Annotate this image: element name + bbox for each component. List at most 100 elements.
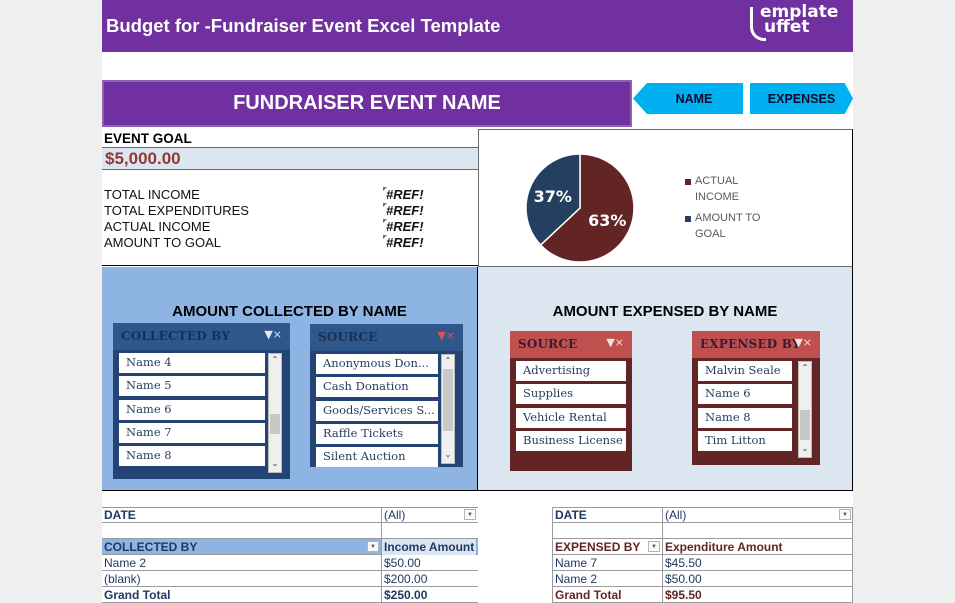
row-header-label: EXPENSED BY — [555, 540, 641, 554]
spreadsheet-dashboard: Budget for -Fundraiser Event Excel Templ… — [102, 0, 853, 603]
grand-total-row: Grand Total $95.50 — [553, 587, 852, 603]
event-name: FUNDRAISER EVENT NAME — [233, 92, 501, 114]
legend-item-amount-to-goal: AMOUNT TO GOAL — [685, 211, 775, 242]
date-filter-dropdown[interactable]: (All) ▼ — [381, 507, 478, 523]
summary-row-actual-income: ACTUAL INCOME #REF! — [104, 219, 478, 235]
filter-value: (All) — [665, 508, 687, 522]
clear-filter-icon[interactable]: ▼× — [264, 328, 282, 341]
date-filter-dropdown[interactable]: (All) ▼ — [662, 507, 853, 523]
scroll-up-icon[interactable]: ⌃ — [269, 355, 281, 367]
summary-value[interactable]: #REF! — [386, 235, 424, 250]
slicer-items: Name 4 Name 5 Name 6 Name 7 Name 8 — [113, 350, 271, 472]
slicer-item[interactable]: Vehicle Rental — [516, 407, 626, 428]
slicer-item[interactable]: Raffle Tickets — [316, 423, 438, 444]
grand-total-value: $95.50 — [662, 587, 704, 603]
summary-label: TOTAL INCOME — [104, 187, 200, 202]
table-row: Name 7 $45.50 — [553, 555, 852, 571]
blank-cell — [662, 523, 667, 539]
summary-value[interactable]: #REF! — [386, 219, 424, 234]
row-header-label: COLLECTED BY — [104, 540, 198, 554]
slicer-item[interactable]: Name 7 — [119, 422, 265, 443]
slicer-item[interactable]: Name 8 — [119, 446, 265, 467]
slicer-scrollbar[interactable]: ⌃ ⌄ — [798, 361, 812, 458]
slicer-item[interactable]: Supplies — [516, 384, 626, 405]
summary-value[interactable]: #REF! — [386, 203, 424, 218]
value-header: Expenditure Amount — [662, 539, 785, 555]
pie-chart-canvas: 63% 37% — [525, 153, 635, 263]
slicer-item[interactable]: Name 6 — [698, 384, 792, 405]
slicer-item[interactable]: Name 6 — [119, 399, 265, 420]
scroll-thumb[interactable] — [270, 414, 280, 434]
scroll-up-icon[interactable]: ⌃ — [442, 356, 454, 368]
slicer-item[interactable]: Silent Auction — [316, 447, 438, 468]
pie-data-label: 63% — [588, 211, 626, 230]
summary-value[interactable]: #REF! — [386, 187, 424, 202]
slicer-title: SOURCE — [318, 330, 378, 344]
slicer-item[interactable]: Cash Donation — [316, 377, 438, 398]
expensed-section-title: AMOUNT EXPENSED BY NAME — [552, 303, 778, 320]
slicer-item[interactable]: Name 4 — [119, 353, 265, 373]
collected-source-slicer[interactable]: SOURCE ▼× Anonymous Don... Cash Donation… — [310, 324, 463, 468]
row-header-expensed-by[interactable]: EXPENSED BY ▼ — [553, 539, 662, 555]
slicer-item[interactable]: Name 8 — [698, 407, 792, 428]
slicer-item[interactable]: Malvin Seale — [698, 361, 792, 381]
filter-value: (All) — [384, 508, 406, 522]
scroll-down-icon[interactable]: ⌄ — [799, 444, 811, 456]
summary-row-total-income: TOTAL INCOME #REF! — [104, 187, 478, 203]
chart-legend: ACTUAL INCOME AMOUNT TO GOAL — [685, 174, 775, 248]
scroll-thumb[interactable] — [443, 369, 453, 431]
row-name: Name 2 — [104, 556, 147, 570]
row-amount: $50.00 — [381, 555, 423, 571]
event-name-banner[interactable]: FUNDRAISER EVENT NAME — [102, 80, 632, 127]
slicer-items: Anonymous Don... Cash Donation Goods/Ser… — [310, 351, 444, 473]
row-amount: $200.00 — [381, 571, 429, 587]
slicer-item[interactable]: Name 5 — [119, 376, 265, 397]
slicer-item[interactable]: Goods/Services S... — [316, 400, 438, 421]
clear-filter-icon[interactable]: ▼× — [794, 336, 812, 349]
ladle-icon — [750, 7, 766, 41]
expenses-nav-button[interactable]: EXPENSES — [750, 83, 853, 114]
slicer-item[interactable]: Tim Litton — [698, 430, 792, 451]
pivot-filter-row: DATE (All) ▼ — [102, 507, 478, 523]
value-header: Income Amount — [381, 539, 477, 555]
amount-expensed-panel: AMOUNT EXPENSED BY NAME SOURCE ▼× Advert… — [478, 267, 853, 491]
clear-filter-icon[interactable]: ▼× — [606, 336, 624, 349]
grand-total-value: $250.00 — [381, 587, 429, 603]
slicer-items: Malvin Seale Name 6 Name 8 Tim Litton — [692, 358, 798, 457]
slicer-header: SOURCE ▼× — [310, 324, 463, 351]
template-buffet-logo: emplate uffet — [750, 4, 838, 41]
dropdown-arrow-icon[interactable]: ▼ — [839, 509, 851, 520]
slicer-scrollbar[interactable]: ⌃ ⌄ — [441, 354, 455, 464]
event-goal-cell[interactable]: $5,000.00 — [102, 148, 478, 170]
dropdown-arrow-icon[interactable]: ▼ — [648, 541, 660, 552]
summary-row-amount-to-goal: AMOUNT TO GOAL #REF! — [104, 235, 478, 251]
event-goal-value: $5,000.00 — [105, 149, 181, 168]
expense-source-slicer[interactable]: SOURCE ▼× Advertising Supplies Vehicle R… — [510, 331, 632, 471]
legend-label: AMOUNT TO GOAL — [695, 212, 761, 240]
table-row: Name 2 $50.00 — [553, 571, 852, 587]
pivot-header-row: EXPENSED BY ▼ Expenditure Amount — [553, 539, 852, 555]
slicer-item[interactable]: Anonymous Don... — [316, 354, 438, 374]
expensed-by-slicer[interactable]: EXPENSED BY ▼× Malvin Seale Name 6 Name … — [692, 331, 820, 465]
slicer-scrollbar[interactable]: ⌃ ⌄ — [268, 353, 282, 473]
collected-by-slicer[interactable]: COLLECTED BY ▼× Name 4 Name 5 Name 6 Nam… — [113, 323, 290, 479]
filter-label: DATE — [104, 508, 136, 522]
collected-section-title: AMOUNT COLLECTED BY NAME — [172, 303, 407, 320]
scroll-thumb[interactable] — [800, 410, 810, 440]
slicer-item[interactable]: Advertising — [516, 361, 626, 381]
slicer-items: Advertising Supplies Vehicle Rental Busi… — [510, 358, 632, 457]
row-header-collected-by[interactable]: COLLECTED BY ▼ — [102, 539, 381, 555]
scroll-down-icon[interactable]: ⌄ — [269, 459, 281, 471]
blank-cell — [381, 523, 386, 539]
goal-pie-chart[interactable]: 63% 37% ACTUAL INCOME AMOUNT TO GOAL — [478, 129, 853, 267]
legend-swatch — [685, 179, 691, 185]
row-name: Name 2 — [555, 572, 598, 586]
name-nav-button[interactable]: NAME — [633, 83, 743, 114]
scroll-up-icon[interactable]: ⌃ — [799, 363, 811, 375]
dropdown-arrow-icon[interactable]: ▼ — [367, 541, 379, 552]
dropdown-arrow-icon[interactable]: ▼ — [464, 509, 476, 520]
slicer-item[interactable]: Business License — [516, 430, 626, 451]
scroll-down-icon[interactable]: ⌄ — [442, 450, 454, 462]
summary-label: TOTAL EXPENDITURES — [104, 203, 249, 218]
clear-filter-icon[interactable]: ▼× — [437, 329, 455, 342]
